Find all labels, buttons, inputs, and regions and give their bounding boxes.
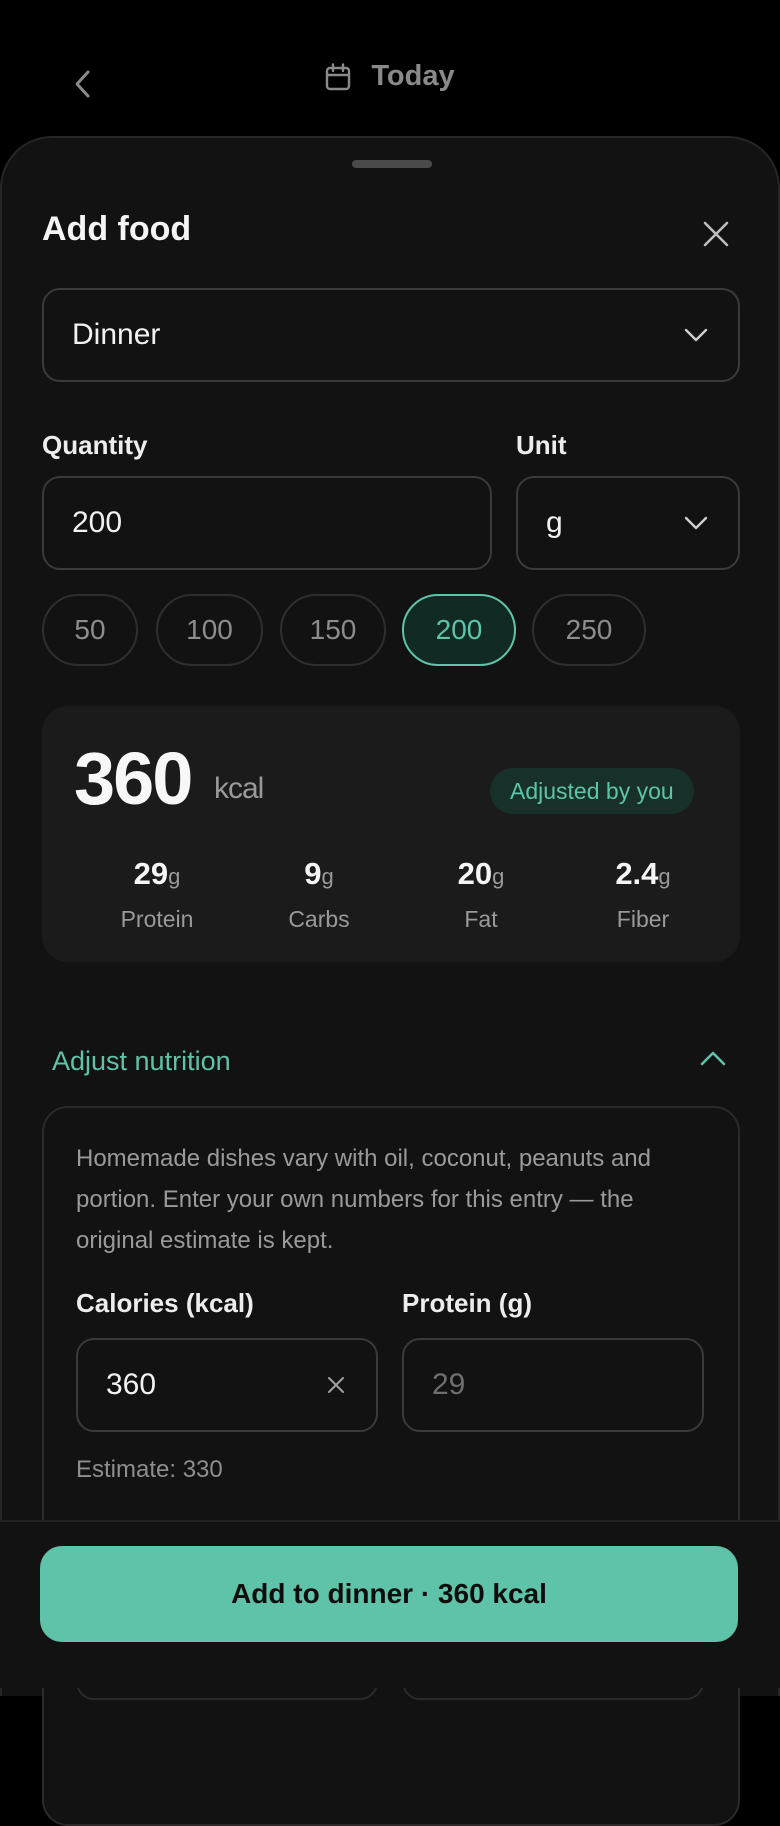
add-food-sheet: Add food Dinner Quantity Unit 200 g 50 1…: [0, 136, 780, 1826]
macro-fat: 20g Fat: [400, 856, 562, 933]
calories-value: 360: [74, 737, 193, 820]
adjust-nutrition-panel: Homemade dishes vary with oil, coconut, …: [42, 1106, 740, 1826]
macro-carbs-label: Carbs: [288, 906, 350, 932]
sheet-grabber[interactable]: [352, 160, 432, 168]
sheet-title: Add food: [42, 210, 192, 248]
adjusted-badge: Adjusted by you: [490, 768, 694, 814]
quantity-chip-150[interactable]: 150: [280, 594, 386, 666]
quantity-value: 200: [72, 506, 123, 539]
chevron-down-icon: [684, 328, 708, 342]
macro-protein-value: 29: [133, 856, 169, 891]
macro-fat-unit: g: [492, 864, 505, 889]
quantity-input[interactable]: 200: [42, 476, 492, 570]
bottom-action-bar: Add to dinner · 360 kcal: [0, 1520, 780, 1688]
close-button[interactable]: [692, 210, 740, 258]
macro-fiber-unit: g: [658, 864, 671, 889]
calories-input[interactable]: 360: [76, 1338, 378, 1432]
adjust-nutrition-toggle[interactable]: Adjust nutrition: [52, 1034, 742, 1094]
top-bar: Today: [0, 0, 780, 140]
date-selector[interactable]: Today: [0, 60, 780, 93]
macro-protein-label: Protein: [120, 906, 194, 932]
add-to-meal-button[interactable]: Add to dinner · 360 kcal: [40, 1546, 738, 1642]
protein-input-placeholder: 29: [432, 1368, 466, 1401]
macro-carbs: 9g Carbs: [238, 856, 400, 933]
quantity-chip-100[interactable]: 100: [156, 594, 263, 666]
calories-input-value: 360: [106, 1368, 157, 1401]
macro-fiber-value: 2.4: [615, 856, 659, 891]
macro-fat-label: Fat: [464, 906, 498, 932]
macro-protein: 29g Protein: [76, 856, 238, 933]
macro-fiber-label: Fiber: [616, 906, 670, 932]
adjust-description: Homemade dishes vary with oil, coconut, …: [76, 1145, 651, 1254]
calendar-icon: [326, 62, 351, 90]
clear-calories-button[interactable]: [322, 1371, 350, 1399]
clear-icon: [328, 1377, 344, 1393]
calories-field-label: Calories (kcal): [76, 1288, 254, 1318]
quantity-chip-50[interactable]: 50: [42, 594, 138, 666]
meal-select[interactable]: Dinner: [42, 288, 740, 382]
unit-select-value: g: [546, 506, 563, 539]
quantity-chip-250[interactable]: 250: [532, 594, 646, 666]
chevron-down-icon: [684, 516, 708, 530]
macro-fiber: 2.4g Fiber: [562, 856, 724, 933]
unit-label: Unit: [516, 430, 567, 460]
unit-select[interactable]: g: [516, 476, 740, 570]
macro-carbs-unit: g: [321, 864, 334, 889]
adjust-nutrition-label: Adjust nutrition: [52, 1046, 231, 1076]
protein-input[interactable]: 29: [402, 1338, 704, 1432]
macro-carbs-value: 9: [304, 856, 322, 891]
calories-estimate: Estimate: 330: [76, 1456, 223, 1483]
chevron-up-icon: [700, 1051, 726, 1066]
quantity-chip-200[interactable]: 200: [402, 594, 516, 666]
date-title: Today: [371, 60, 455, 92]
nutrition-summary-card: 360 kcal Adjusted by you 29g Protein 9g …: [42, 706, 740, 962]
meal-select-value: Dinner: [72, 318, 161, 351]
calories-unit: kcal: [214, 772, 264, 805]
macro-fat-value: 20: [457, 856, 493, 891]
protein-field-label: Protein (g): [402, 1288, 532, 1318]
close-icon: [703, 221, 729, 247]
macro-protein-unit: g: [168, 864, 181, 889]
quantity-label: Quantity: [42, 430, 148, 460]
